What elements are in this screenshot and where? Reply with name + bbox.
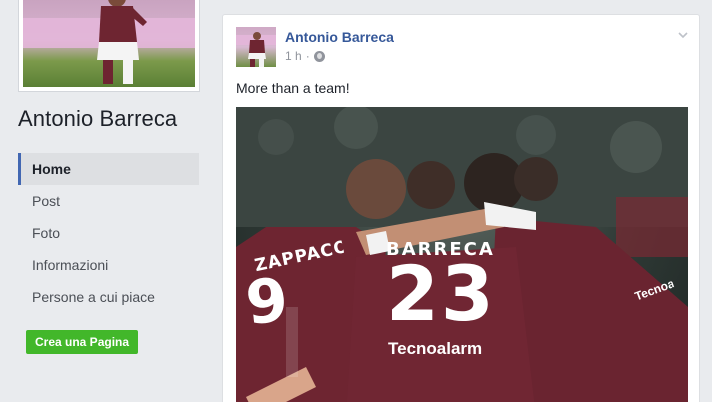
jersey-number-left: 9 — [242, 265, 292, 339]
player-figure — [97, 0, 147, 84]
nav-item-persone-a-cui-piace[interactable]: Persone a cui piace — [18, 281, 199, 313]
author-avatar[interactable] — [236, 27, 276, 67]
create-page-button[interactable]: Crea una Pagina — [26, 330, 139, 354]
left-column: Antonio Barreca Home Post Foto Informazi… — [0, 0, 210, 402]
meta-separator: · — [305, 49, 310, 63]
globe-icon[interactable] — [313, 50, 325, 62]
post-card: Antonio Barreca 1 h · More than a team! — [222, 14, 700, 402]
post-photo[interactable]: ZAPPACOSTA 9 BARRECA 23 Tecnoalarm Tecno… — [236, 107, 688, 402]
nav-item-post[interactable]: Post — [18, 185, 199, 217]
nav-item-informazioni[interactable]: Informazioni — [18, 249, 199, 281]
avatar-player — [236, 32, 276, 67]
post-timestamp[interactable]: 1 h — [285, 49, 302, 63]
jersey-number-center: 23 — [386, 249, 496, 338]
profile-photo — [23, 0, 195, 87]
page-title[interactable]: Antonio Barreca — [18, 106, 177, 132]
chevron-down-icon[interactable] — [677, 29, 689, 41]
nav-item-foto[interactable]: Foto — [18, 217, 199, 249]
profile-picture[interactable] — [18, 0, 200, 92]
page-nav: Home Post Foto Informazioni Persone a cu… — [18, 153, 199, 313]
post-author-link[interactable]: Antonio Barreca — [285, 29, 394, 45]
nav-item-home[interactable]: Home — [18, 153, 199, 185]
sponsor-center: Tecnoalarm — [388, 339, 483, 358]
post-text: More than a team! — [236, 80, 350, 96]
post-meta: 1 h · — [285, 49, 325, 63]
